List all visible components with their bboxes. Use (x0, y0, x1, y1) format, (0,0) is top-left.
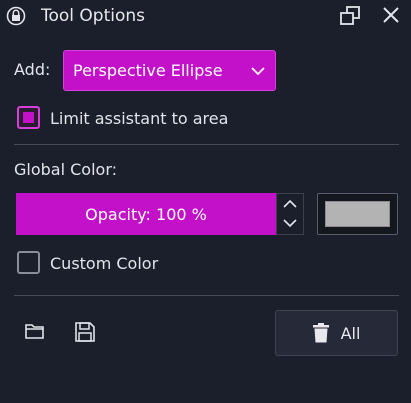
add-label: Add: (14, 60, 51, 79)
chevron-up-icon[interactable] (277, 194, 303, 214)
assistant-type-value: Perspective Ellipse (73, 61, 223, 80)
divider (14, 144, 399, 145)
color-swatch (325, 201, 390, 227)
opacity-value: Opacity: 100 % (85, 204, 207, 224)
opacity-slider[interactable]: Opacity: 100 % (16, 193, 276, 235)
global-color-label: Global Color: (14, 160, 118, 179)
folder-open-icon[interactable] (24, 320, 46, 342)
custom-color-checkbox[interactable] (17, 251, 40, 274)
lock-icon[interactable] (6, 6, 26, 26)
close-icon[interactable] (379, 5, 403, 27)
float-window-icon[interactable] (338, 5, 362, 27)
assistant-type-select[interactable]: Perspective Ellipse (63, 50, 276, 91)
chevron-down-icon (251, 67, 265, 76)
global-color-button[interactable] (317, 193, 398, 235)
limit-assistant-checkbox[interactable] (17, 106, 40, 129)
trash-icon (312, 323, 329, 343)
checkbox-check-mark (23, 112, 34, 123)
save-icon[interactable] (73, 320, 97, 344)
divider (14, 295, 399, 296)
custom-color-label[interactable]: Custom Color (50, 253, 158, 275)
limit-assistant-label[interactable]: Limit assistant to area (50, 108, 228, 130)
delete-all-button[interactable]: All (275, 310, 398, 356)
chevron-down-icon[interactable] (277, 214, 303, 234)
opacity-spinner[interactable] (276, 193, 304, 235)
delete-all-label: All (340, 323, 361, 343)
window-title: Tool Options (41, 6, 146, 26)
